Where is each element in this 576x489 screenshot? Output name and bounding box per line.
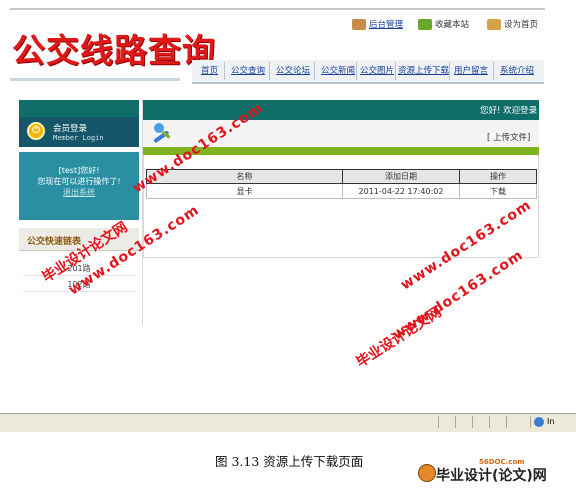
brand-logo-icon (418, 464, 436, 482)
table-header-row: 名称 添加日期 操作 (146, 169, 537, 184)
home-icon (487, 18, 501, 30)
status-divider (472, 416, 473, 428)
nav-divider (356, 62, 357, 80)
table-row: 显卡 2011-04-22 17:40:02 下载 (146, 183, 537, 199)
logout-link[interactable]: 退出系统 (19, 187, 139, 198)
column-header-date: 添加日期 (342, 169, 460, 184)
nav-news[interactable]: 公交新闻 (321, 62, 355, 80)
column-header-action: 操作 (459, 169, 537, 184)
upload-file-link[interactable]: [ 上传文件] (487, 131, 530, 143)
file-date-cell: 2011-04-22 17:40:02 (342, 183, 460, 199)
status-divider (489, 416, 490, 428)
nav-divider (493, 62, 494, 80)
file-name-cell: 显卡 (146, 183, 343, 199)
nav-divider (395, 62, 396, 80)
member-login-subtitle: Member Login (53, 134, 104, 142)
member-login-title: 会员登录 (53, 124, 88, 134)
internet-zone-icon (534, 417, 544, 427)
homepage-link[interactable]: 设为首页 (487, 17, 538, 31)
figure-caption: 图 3.13 资源上传下载页面 (215, 454, 364, 469)
admin-link-label: 后台管理 (369, 20, 404, 30)
nav-resources[interactable]: 资源上传下载 (398, 62, 449, 80)
admin-link[interactable]: 后台管理 (352, 17, 403, 31)
nav-messages[interactable]: 用户留言 (454, 62, 488, 80)
site-logo-title: 公交线路查询 (12, 31, 216, 70)
bookmark-link-label: 收藏本站 (435, 20, 470, 30)
tools-icon (154, 123, 171, 143)
quick-links-title: 公交快速链表 (27, 237, 82, 247)
logo-underline (10, 78, 180, 81)
nav-bus-query[interactable]: 公交查询 (231, 62, 265, 80)
status-divider (530, 416, 531, 428)
zone-label: In (547, 417, 555, 426)
bookmark-link[interactable]: 收藏本站 (418, 17, 469, 31)
status-divider (455, 416, 456, 428)
nav-forum[interactable]: 公交论坛 (276, 62, 310, 80)
resource-table: 名称 添加日期 操作 显卡 2011-04-22 17:40:02 下载 (146, 169, 537, 199)
user-prompt: 您现在可以进行操作了! (37, 177, 121, 186)
user-greeting: [test]您好! (58, 166, 100, 175)
welcome-text: 您好! 欢迎登录 (480, 106, 538, 116)
bookmark-icon (418, 18, 432, 30)
nav-divider (314, 62, 315, 80)
nav-home[interactable]: 首页 (201, 62, 218, 80)
nav-divider (449, 62, 450, 80)
brand-name: 毕业设计(论文)网 (436, 468, 547, 484)
homepage-link-label: 设为首页 (504, 20, 539, 30)
watermark-url: www.doc163.com (390, 247, 527, 344)
status-divider (506, 416, 507, 428)
nav-pictures[interactable]: 公交图片 (360, 62, 394, 80)
nav-divider (269, 62, 270, 80)
power-icon: ⏻ (27, 122, 45, 140)
top-divider (10, 8, 545, 10)
status-divider (438, 416, 439, 428)
admin-icon (352, 18, 366, 30)
nav-divider (224, 62, 225, 80)
nav-about[interactable]: 系统介绍 (500, 62, 534, 80)
